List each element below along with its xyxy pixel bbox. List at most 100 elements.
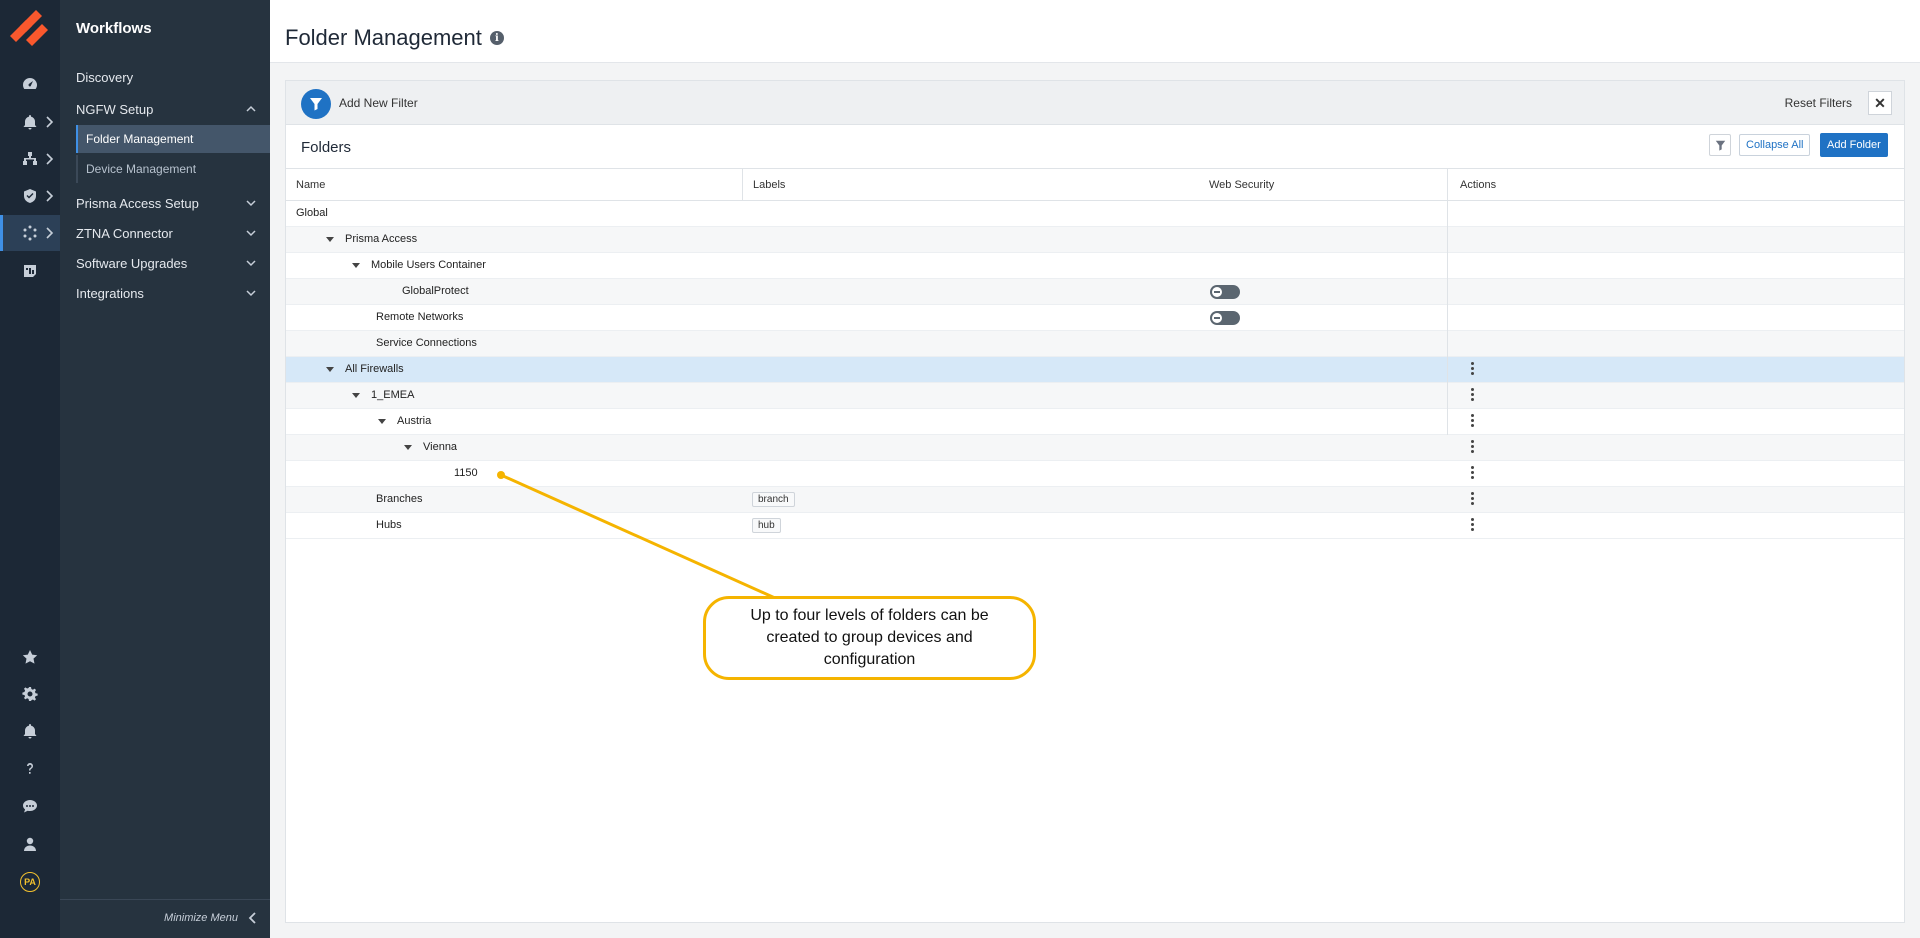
network-icon	[23, 152, 37, 165]
dashboard-icon	[23, 78, 37, 89]
caret-down-icon[interactable]	[326, 236, 334, 242]
close-filter-bar-button[interactable]: ✕	[1868, 91, 1892, 115]
table-row[interactable]: 1_EMEA	[286, 383, 1904, 409]
chevron-right-icon	[46, 116, 54, 128]
folder-name-cell: Austria	[378, 415, 431, 427]
rail-security[interactable]	[0, 178, 60, 214]
avatar[interactable]: PA	[20, 872, 40, 892]
rail-network[interactable]	[0, 141, 60, 177]
row-actions-menu-icon[interactable]	[1467, 463, 1477, 481]
table-row-selected[interactable]: All Firewalls	[286, 357, 1904, 383]
rail-dashboard[interactable]	[0, 66, 60, 102]
rail-chat[interactable]	[0, 788, 60, 824]
rail-user[interactable]	[0, 826, 60, 862]
row-actions-menu-icon[interactable]	[1467, 515, 1477, 533]
row-actions-menu-icon[interactable]	[1467, 437, 1477, 455]
filter-button[interactable]	[301, 89, 331, 119]
table-row[interactable]: Austria	[286, 409, 1904, 435]
paloalto-logo-icon[interactable]	[6, 8, 54, 48]
table-row[interactable]: Remote Networks	[286, 305, 1904, 331]
column-header-actions[interactable]: Actions	[1448, 169, 1904, 201]
sidebar-item-label: Device Management	[86, 162, 197, 176]
table-row[interactable]: GlobalProtect	[286, 279, 1904, 305]
icon-rail: PA	[0, 0, 60, 938]
caret-down-icon[interactable]	[326, 366, 334, 372]
folder-name: Remote Networks	[376, 311, 464, 323]
close-icon: ✕	[1874, 94, 1886, 111]
sidebar-item-ztna-connector[interactable]: ZTNA Connector	[60, 219, 270, 247]
column-header-name[interactable]: Name	[286, 169, 743, 201]
label-chip: branch	[752, 492, 795, 507]
filter-bar: Add New Filter Reset Filters ✕	[286, 81, 1904, 125]
row-actions-menu-icon[interactable]	[1467, 385, 1477, 403]
table-row[interactable]: Prisma Access	[286, 227, 1904, 253]
rail-alerts[interactable]	[0, 104, 60, 140]
sidebar-item-label: Prisma Access Setup	[76, 195, 199, 211]
add-new-filter-link[interactable]: Add New Filter	[339, 96, 418, 110]
label-chip: hub	[752, 518, 781, 533]
collapse-all-button[interactable]: Collapse All	[1739, 134, 1811, 156]
table-row[interactable]: Vienna	[286, 435, 1904, 461]
caret-down-icon[interactable]	[352, 392, 360, 398]
caret-down-icon[interactable]	[378, 418, 386, 424]
folder-name: 1_EMEA	[371, 389, 415, 401]
sidebar-item-label: NGFW Setup	[76, 101, 154, 117]
web-security-toggle[interactable]	[1210, 285, 1240, 299]
minimize-menu-button[interactable]: Minimize Menu	[164, 912, 256, 924]
gear-icon	[22, 687, 38, 701]
sidebar-item-prisma-access-setup[interactable]: Prisma Access Setup	[60, 189, 270, 217]
folder-name: Service Connections	[376, 337, 477, 349]
rail-help[interactable]	[0, 751, 60, 787]
minimize-menu-label: Minimize Menu	[164, 912, 238, 924]
folder-name: Mobile Users Container	[371, 259, 486, 271]
table-row[interactable]: Branches branch	[286, 487, 1904, 513]
sidebar-item-software-upgrades[interactable]: Software Upgrades	[60, 249, 270, 277]
reset-filters-link[interactable]: Reset Filters	[1785, 96, 1852, 110]
web-security-toggle[interactable]	[1210, 311, 1240, 325]
folder-name: Global	[296, 207, 328, 219]
folders-title: Folders	[301, 139, 352, 156]
row-actions-menu-icon[interactable]	[1467, 359, 1477, 377]
rail-notifications[interactable]	[0, 713, 60, 749]
funnel-icon	[1715, 140, 1725, 151]
caret-down-icon[interactable]	[404, 444, 412, 450]
caret-down-icon[interactable]	[352, 262, 360, 268]
security-shield-icon	[24, 189, 36, 203]
chevron-right-icon	[46, 227, 54, 239]
add-folder-button[interactable]: Add Folder	[1820, 133, 1888, 157]
folders-card: Add New Filter Reset Filters ✕ Folders C…	[285, 80, 1905, 923]
user-icon	[24, 837, 36, 851]
table-row[interactable]: 1150	[286, 461, 1904, 487]
rail-workflows[interactable]	[0, 215, 60, 251]
chevron-up-icon	[246, 105, 256, 112]
chevron-down-icon	[246, 260, 256, 267]
rail-settings[interactable]	[0, 676, 60, 712]
info-icon[interactable]: i	[489, 31, 504, 45]
table-row[interactable]: Mobile Users Container	[286, 253, 1904, 279]
chevron-down-icon	[246, 290, 256, 297]
page-title: Folder Management i	[285, 25, 504, 51]
column-filter-button[interactable]	[1709, 134, 1731, 156]
folder-name: Austria	[397, 415, 432, 427]
column-header-labels[interactable]: Labels	[743, 169, 1209, 201]
folder-name: GlobalProtect	[402, 285, 469, 297]
folder-name: Hubs	[376, 519, 402, 531]
chevron-down-icon	[246, 230, 256, 237]
rail-reports[interactable]	[0, 253, 60, 289]
sidebar-item-integrations[interactable]: Integrations	[60, 279, 270, 307]
folder-name: Branches	[376, 493, 423, 505]
row-actions-menu-icon[interactable]	[1467, 411, 1477, 429]
column-header-web-security[interactable]: Web Security	[1209, 169, 1448, 201]
sidebar-item-ngfw-setup[interactable]: NGFW Setup	[60, 95, 270, 123]
sidebar: Workflows Discovery NGFW Setup Folder Ma…	[60, 0, 270, 938]
callout-box: Up to four levels of folders can be crea…	[703, 596, 1036, 680]
rail-favorites[interactable]	[0, 639, 60, 675]
sidebar-item-discovery[interactable]: Discovery	[60, 63, 270, 91]
sidebar-item-device-management[interactable]: Device Management	[76, 155, 270, 183]
sidebar-divider	[60, 899, 270, 900]
row-actions-menu-icon[interactable]	[1467, 489, 1477, 507]
table-row[interactable]: Global	[286, 201, 1904, 227]
sidebar-item-folder-management[interactable]: Folder Management	[76, 125, 270, 153]
table-row[interactable]: Hubs hub	[286, 513, 1904, 539]
table-row[interactable]: Service Connections	[286, 331, 1904, 357]
